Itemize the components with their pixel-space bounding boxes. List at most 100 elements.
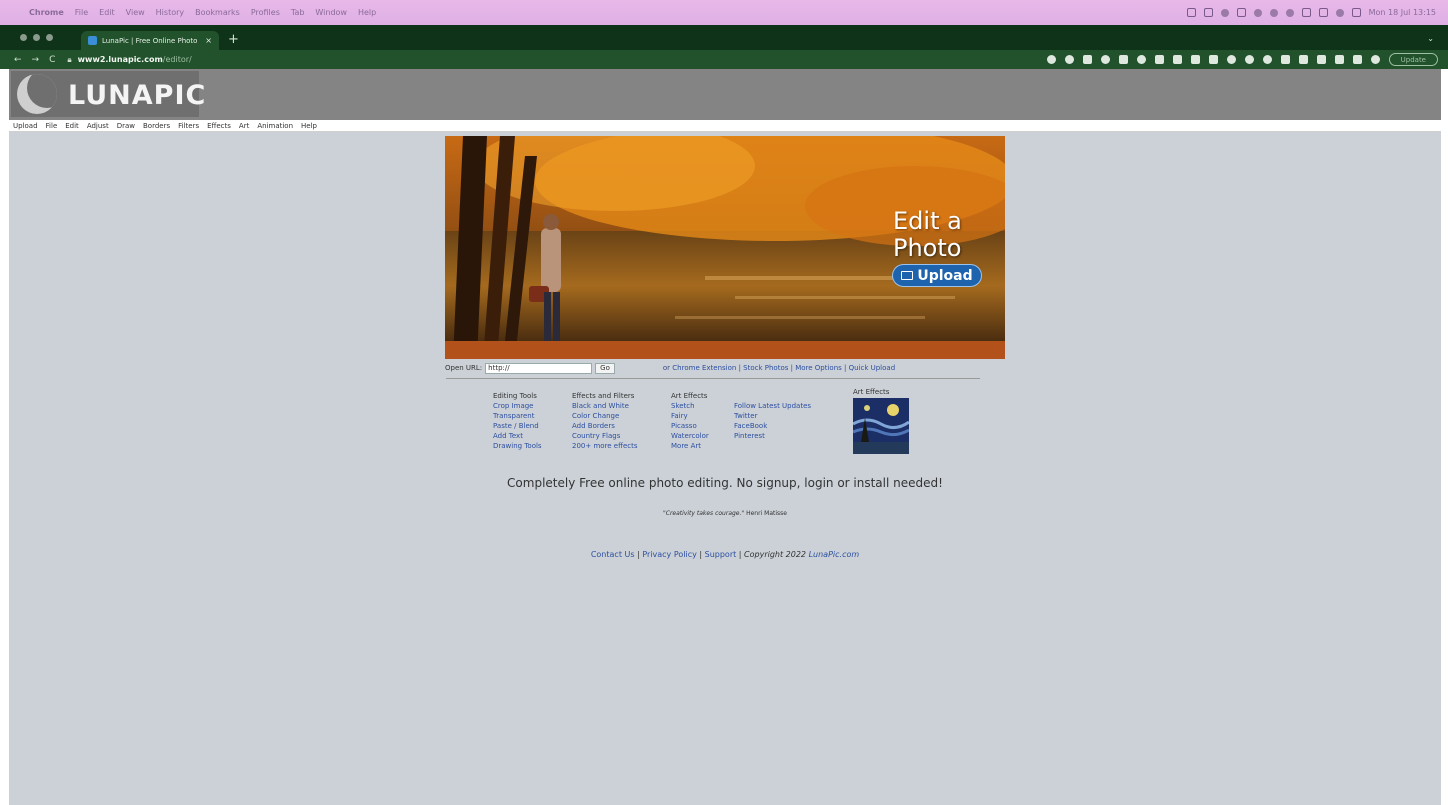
- side-panel-icon[interactable]: [1352, 55, 1362, 64]
- facebook-link[interactable]: FaceBook: [734, 421, 811, 431]
- open-url-input[interactable]: [485, 362, 593, 374]
- more-effects-link[interactable]: 200+ more effects: [572, 441, 638, 451]
- pinterest-link[interactable]: Pinterest: [734, 431, 811, 441]
- search-icon[interactable]: [1335, 8, 1344, 17]
- reading-list-icon[interactable]: [1316, 55, 1326, 64]
- add-borders-link[interactable]: Add Borders: [572, 421, 638, 431]
- divider: [446, 378, 980, 379]
- menu-borders[interactable]: Borders: [139, 122, 174, 130]
- extension-icon[interactable]: [1136, 55, 1146, 64]
- extension-icon[interactable]: [1100, 55, 1110, 64]
- extension-icon[interactable]: [1172, 55, 1182, 64]
- menu-adjust[interactable]: Adjust: [83, 122, 113, 130]
- extension-icon[interactable]: [1118, 55, 1128, 64]
- country-flags-link[interactable]: Country Flags: [572, 431, 638, 441]
- reading-list-icon[interactable]: [1334, 55, 1344, 64]
- paste-blend-link[interactable]: Paste / Blend: [493, 421, 542, 431]
- menubar-item-tab[interactable]: Tab: [291, 8, 305, 17]
- tray-app-icon[interactable]: [1186, 8, 1196, 17]
- sketch-link[interactable]: Sketch: [671, 401, 709, 411]
- lunapic-site-link[interactable]: LunaPic.com: [809, 550, 860, 559]
- lunapic-logo[interactable]: LUNAPIC: [11, 71, 205, 117]
- menubar-item-history[interactable]: History: [156, 8, 184, 17]
- menubar-item-profiles[interactable]: Profiles: [251, 8, 280, 17]
- tab-close-icon[interactable]: ×: [205, 36, 212, 45]
- new-tab-icon[interactable]: +: [228, 32, 239, 47]
- bookmark-star-icon[interactable]: [1064, 55, 1074, 64]
- tab-search-chevron-icon[interactable]: ⌄: [1427, 34, 1448, 50]
- stock-photos-link[interactable]: Stock Photos: [743, 364, 788, 372]
- contact-us-link[interactable]: Contact Us: [591, 550, 635, 559]
- zoom-window-icon[interactable]: [46, 34, 53, 41]
- battery-icon[interactable]: [1318, 8, 1328, 17]
- hero-banner[interactable]: Edit a Photo Upload: [445, 136, 1005, 359]
- menubar-clock[interactable]: Mon 18 Jul 13:15: [1369, 8, 1436, 17]
- extension-icon[interactable]: [1262, 55, 1272, 64]
- go-button[interactable]: Go: [595, 362, 615, 374]
- extension-icon[interactable]: [1082, 55, 1092, 64]
- quick-upload-link[interactable]: Quick Upload: [849, 364, 896, 372]
- menubar-item-help[interactable]: Help: [358, 8, 376, 17]
- black-and-white-link[interactable]: Black and White: [572, 401, 638, 411]
- hero-upload-button[interactable]: Upload: [892, 264, 982, 287]
- drawing-tools-link[interactable]: Drawing Tools: [493, 441, 542, 451]
- menubar-app-name[interactable]: Chrome: [29, 8, 64, 17]
- extension-icon[interactable]: [1226, 55, 1236, 64]
- watercolor-link[interactable]: Watercolor: [671, 431, 709, 441]
- extension-icon[interactable]: [1280, 55, 1290, 64]
- chrome-update-button[interactable]: Update: [1388, 53, 1438, 66]
- tray-app-icon[interactable]: [1220, 8, 1229, 17]
- more-options-link[interactable]: More Options: [795, 364, 842, 372]
- menubar-item-bookmarks[interactable]: Bookmarks: [195, 8, 240, 17]
- extension-icon[interactable]: [1190, 55, 1200, 64]
- menu-animation[interactable]: Animation: [253, 122, 297, 130]
- tray-app-icon[interactable]: [1236, 8, 1246, 17]
- fairy-link[interactable]: Fairy: [671, 411, 709, 421]
- address-bar[interactable]: 🔒︎ www2.lunapic.com/editor/: [67, 55, 191, 65]
- reload-icon[interactable]: C: [49, 55, 55, 65]
- color-change-link[interactable]: Color Change: [572, 411, 638, 421]
- close-window-icon[interactable]: [20, 34, 27, 41]
- browser-tab-lunapic[interactable]: LunaPic | Free Online Photo Ed ×: [81, 31, 219, 50]
- minimize-window-icon[interactable]: [33, 34, 40, 41]
- tray-app-icon[interactable]: [1285, 8, 1294, 17]
- more-art-link[interactable]: More Art: [671, 441, 709, 451]
- profile-avatar[interactable]: [1370, 55, 1380, 64]
- crop-image-link[interactable]: Crop Image: [493, 401, 542, 411]
- menu-upload[interactable]: Upload: [9, 122, 42, 130]
- menubar-item-window[interactable]: Window: [315, 8, 347, 17]
- add-text-link[interactable]: Add Text: [493, 431, 542, 441]
- menu-effects[interactable]: Effects: [203, 122, 235, 130]
- menu-file[interactable]: File: [42, 122, 62, 130]
- tray-app-icon[interactable]: [1253, 8, 1262, 17]
- share-icon[interactable]: [1046, 55, 1056, 64]
- privacy-policy-link[interactable]: Privacy Policy: [642, 550, 697, 559]
- menu-art[interactable]: Art: [235, 122, 253, 130]
- tray-app-icon[interactable]: [1203, 8, 1213, 17]
- transparent-link[interactable]: Transparent: [493, 411, 542, 421]
- support-link[interactable]: Support: [705, 550, 737, 559]
- control-center-icon[interactable]: [1351, 8, 1361, 17]
- lunapic-menu: Upload File Edit Adjust Draw Borders Fil…: [9, 120, 1441, 132]
- picasso-link[interactable]: Picasso: [671, 421, 709, 431]
- menu-draw[interactable]: Draw: [113, 122, 139, 130]
- menu-filters[interactable]: Filters: [174, 122, 203, 130]
- extension-icon[interactable]: [1244, 55, 1254, 64]
- extension-icon[interactable]: [1154, 55, 1164, 64]
- wifi-icon[interactable]: [1301, 8, 1311, 17]
- chrome-extension-link[interactable]: Chrome Extension: [672, 364, 736, 372]
- menu-edit[interactable]: Edit: [61, 122, 83, 130]
- menu-help[interactable]: Help: [297, 122, 321, 130]
- menubar-item-file[interactable]: File: [75, 8, 88, 17]
- extensions-puzzle-icon[interactable]: [1298, 55, 1308, 64]
- back-arrow-icon[interactable]: ←: [14, 55, 22, 65]
- follow-updates-link[interactable]: Follow Latest Updates: [734, 401, 811, 411]
- tray-app-icon[interactable]: [1269, 8, 1278, 17]
- forward-arrow-icon[interactable]: →: [32, 55, 40, 65]
- menubar-item-edit[interactable]: Edit: [99, 8, 115, 17]
- twitter-link[interactable]: Twitter: [734, 411, 811, 421]
- starry-night-thumbnail[interactable]: [853, 398, 909, 454]
- lock-icon[interactable]: 🔒︎: [67, 55, 71, 65]
- extension-icon[interactable]: [1208, 55, 1218, 64]
- menubar-item-view[interactable]: View: [126, 8, 145, 17]
